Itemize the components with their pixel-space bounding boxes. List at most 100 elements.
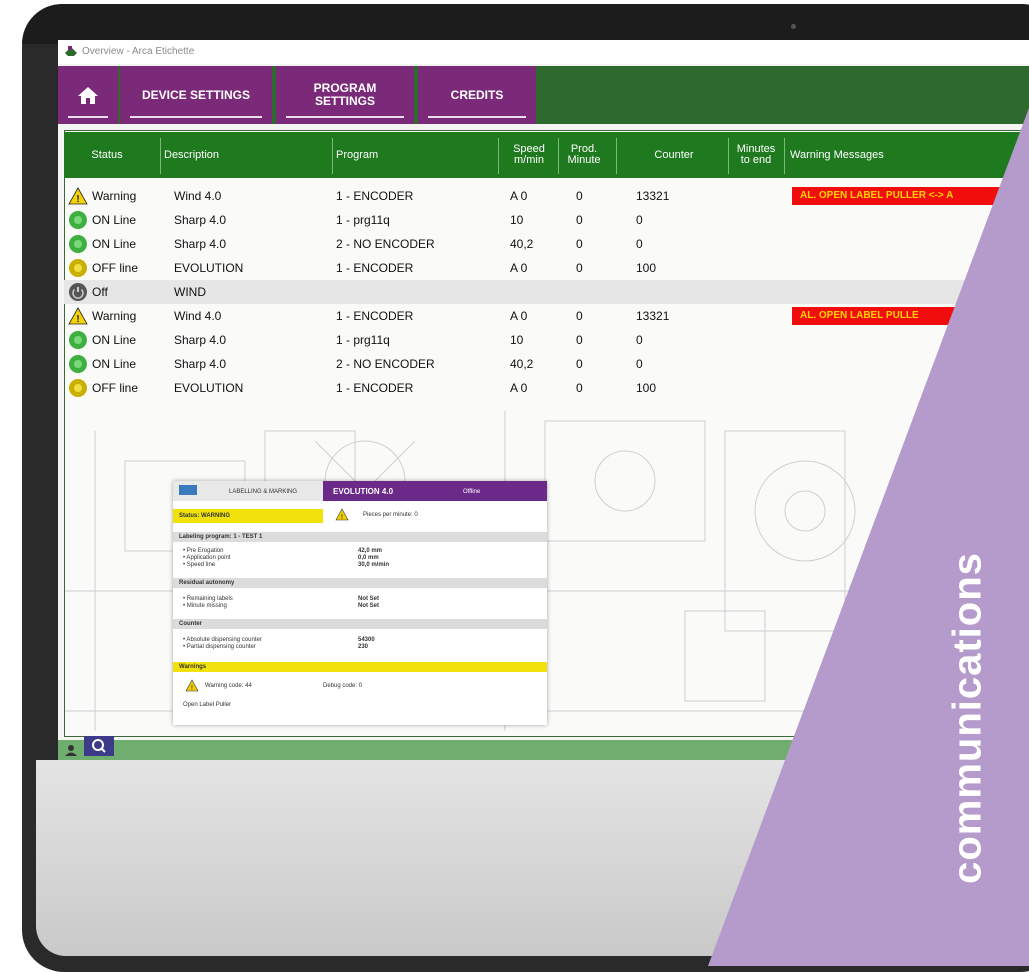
col-counter: Counter xyxy=(654,148,694,161)
row-speed: 40,2 xyxy=(510,357,534,371)
credits-tab[interactable]: CREDITS xyxy=(418,66,536,124)
offline-status-icon xyxy=(69,259,87,277)
row-speed: A 0 xyxy=(510,309,528,323)
table-row[interactable]: ! Warning Wind 4.0 1 - ENCODER A 0 0 13321 AL. … xyxy=(64,304,1029,328)
field-label: • Absolute dispensing counter xyxy=(183,637,262,643)
popup-header: EVOLUTION 4.0 Offline xyxy=(323,481,547,501)
row-description: EVOLUTION xyxy=(174,261,244,275)
popup-warning-code: Warning code: 44 xyxy=(205,683,252,689)
svg-text:!: ! xyxy=(191,685,193,692)
field-value: Not Set xyxy=(358,596,379,602)
popup-pieces-per-minute: Pieces per minute: 0 xyxy=(363,512,418,518)
app-screen: Overview - Arca Etichette DEVICE SETTING… xyxy=(58,40,1029,760)
status-bar xyxy=(58,740,1029,760)
row-speed: A 0 xyxy=(510,189,528,203)
col-speed: Speed m/min xyxy=(513,143,545,166)
row-prod-minute: 0 xyxy=(576,189,583,203)
field-value: Not Set xyxy=(358,603,379,609)
row-prod-minute: 0 xyxy=(576,261,583,275)
monitor-bezel xyxy=(22,4,1029,44)
row-prod-minute: 0 xyxy=(576,213,583,227)
popup-autonomy-section: Residual autonomy xyxy=(173,578,547,588)
program-settings-label: PROGRAM SETTINGS xyxy=(313,81,377,108)
popup-warning-text: Open Label Puller xyxy=(183,702,232,708)
warning-icon: ! xyxy=(335,508,349,521)
program-settings-tab[interactable]: PROGRAM SETTINGS xyxy=(276,66,414,124)
row-speed: A 0 xyxy=(510,261,528,275)
online-status-icon xyxy=(69,355,87,373)
row-status: OFF line xyxy=(92,381,139,395)
table-row[interactable]: OFF line EVOLUTION 1 - ENCODER A 0 0 100 xyxy=(64,256,1029,280)
field-label: • Remaining labels xyxy=(183,596,233,602)
row-program: 1 - prg11q xyxy=(336,333,390,347)
field-label: • Application point xyxy=(183,555,231,561)
row-description: Sharp 4.0 xyxy=(174,213,227,227)
table-header: Status Description Program Speed m/min P… xyxy=(64,132,1029,178)
power-off-icon xyxy=(69,283,87,301)
row-counter: 0 xyxy=(636,333,643,347)
row-status: Off xyxy=(92,285,108,299)
row-program: 1 - ENCODER xyxy=(336,381,414,395)
row-status: ON Line xyxy=(92,357,137,371)
app-icon xyxy=(65,46,77,56)
row-status: ON Line xyxy=(92,237,137,251)
row-status: OFF line xyxy=(92,261,139,275)
popup-counter-section: Counter xyxy=(173,619,547,629)
search-button[interactable] xyxy=(84,736,114,756)
row-description: WIND xyxy=(174,285,206,299)
table-row[interactable]: OFF line EVOLUTION 1 - ENCODER A 0 0 100 xyxy=(64,376,1029,400)
table-row[interactable]: ON Line Sharp 4.0 2 - NO ENCODER 40,2 0 0 xyxy=(64,352,1029,376)
row-description: Sharp 4.0 xyxy=(174,333,227,347)
search-icon xyxy=(92,739,106,753)
online-status-icon xyxy=(69,331,87,349)
window-title: Overview - Arca Etichette xyxy=(82,46,195,57)
row-warning-message: AL. OPEN LABEL PULLE xyxy=(792,307,1029,325)
row-counter: 0 xyxy=(636,237,643,251)
row-counter: 100 xyxy=(636,381,657,395)
offline-status-icon xyxy=(69,379,87,397)
row-prod-minute: 0 xyxy=(576,357,583,371)
device-detail-popup: LABELLING & MARKING EVOLUTION 4.0 Offlin… xyxy=(173,481,547,725)
popup-program-section: Labeling program: 1 - TEST 1 xyxy=(173,532,547,542)
row-status: ON Line xyxy=(92,213,137,227)
warning-icon: ! xyxy=(68,187,88,205)
row-description: Sharp 4.0 xyxy=(174,357,227,371)
field-label: • Pre Erogation xyxy=(183,548,224,554)
row-program: 1 - ENCODER xyxy=(336,189,414,203)
camera-dot xyxy=(791,24,796,29)
table-row[interactable]: ON Line Sharp 4.0 1 - prg11q 10 0 0 xyxy=(64,208,1029,232)
popup-device-name: EVOLUTION 4.0 xyxy=(333,487,394,496)
device-settings-label: DEVICE SETTINGS xyxy=(141,87,251,102)
row-program: 1 - ENCODER xyxy=(336,309,414,323)
credits-label: CREDITS xyxy=(450,87,504,102)
row-counter: 13321 xyxy=(636,309,670,323)
row-counter: 100 xyxy=(636,261,657,275)
row-prod-minute: 0 xyxy=(576,309,583,323)
field-label: • Partial dispensing counter xyxy=(183,644,256,650)
row-description: Wind 4.0 xyxy=(174,309,222,323)
table-row[interactable]: Off WIND xyxy=(64,280,1029,304)
row-counter: 0 xyxy=(636,357,643,371)
row-prod-minute: 0 xyxy=(576,237,583,251)
row-description: Wind 4.0 xyxy=(174,189,222,203)
row-program: 2 - NO ENCODER xyxy=(336,237,435,251)
field-label: • Speed line xyxy=(183,562,216,568)
main-nav: DEVICE SETTINGS PROGRAM SETTINGS CREDITS xyxy=(58,66,1029,124)
row-program: 1 - ENCODER xyxy=(336,261,414,275)
warning-icon: ! xyxy=(185,679,199,692)
table-row[interactable]: ON Line Sharp 4.0 2 - NO ENCODER 40,2 0 0 xyxy=(64,232,1029,256)
row-warning-message: AL. OPEN LABEL PULLER <-> A xyxy=(792,187,1029,205)
table-row[interactable]: ON Line Sharp 4.0 1 - prg11q 10 0 0 xyxy=(64,328,1029,352)
row-speed: 40,2 xyxy=(510,237,534,251)
popup-status: Status: WARNING xyxy=(173,509,323,523)
row-speed: 10 xyxy=(510,333,524,347)
online-status-icon xyxy=(69,235,87,253)
field-value: 54300 xyxy=(358,637,375,643)
popup-logo-caption: LABELLING & MARKING xyxy=(229,489,298,495)
row-counter: 0 xyxy=(636,213,643,227)
home-button[interactable] xyxy=(58,66,118,124)
row-speed: A 0 xyxy=(510,381,528,395)
device-settings-tab[interactable]: DEVICE SETTINGS xyxy=(120,66,272,124)
table-row[interactable]: ! Warning Wind 4.0 1 - ENCODER A 0 0 13321 AL. … xyxy=(64,184,1029,208)
popup-debug-code: Debug code: 0 xyxy=(323,683,363,689)
